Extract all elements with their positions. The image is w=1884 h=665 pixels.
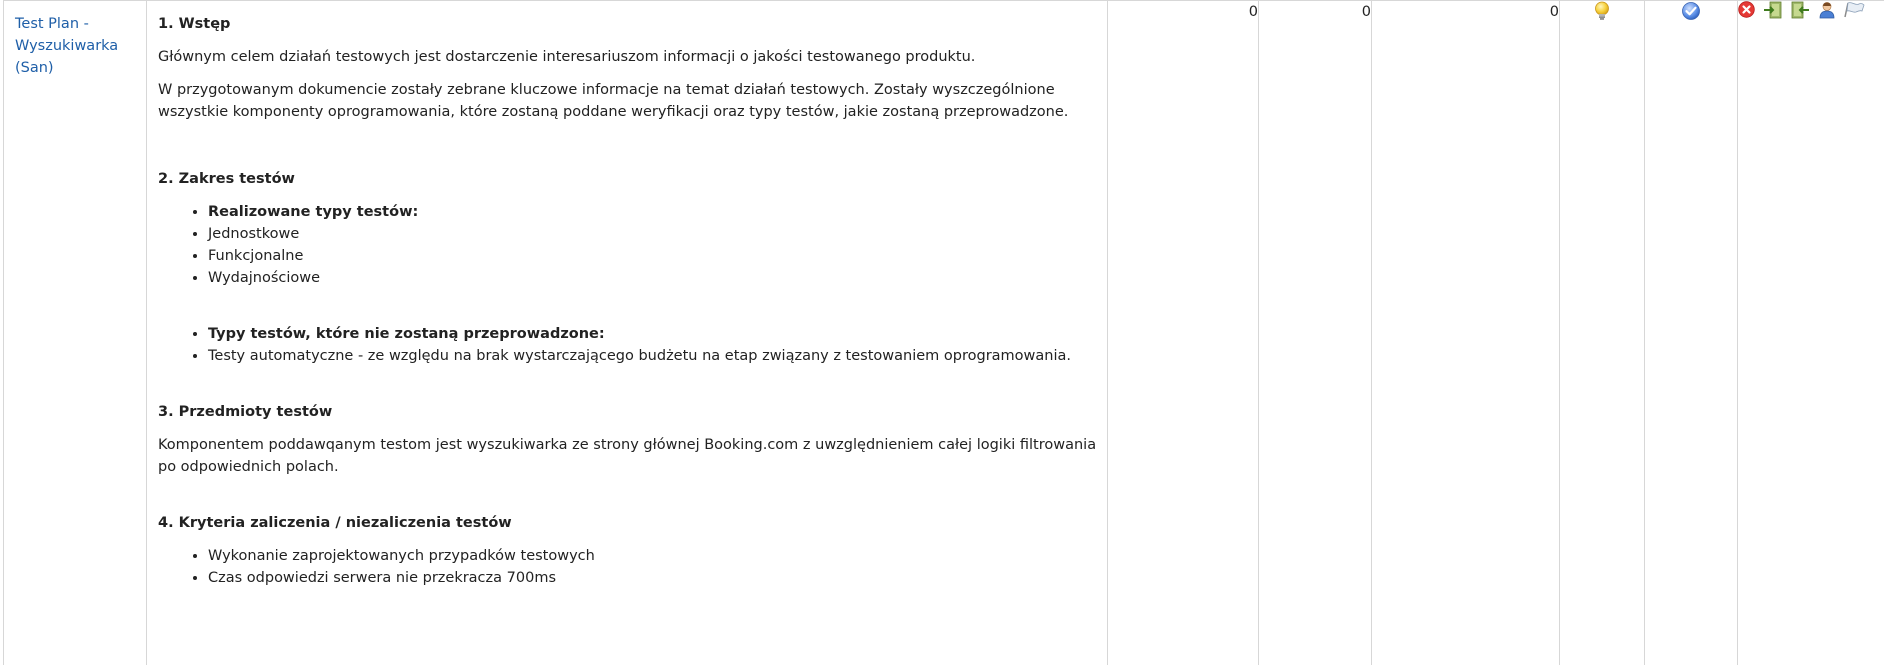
- list-item: Jednostkowe: [208, 223, 1097, 245]
- table-row: Test Plan - Wyszukiwarka (San) 1. Wstęp …: [3, 0, 1884, 665]
- import-icon[interactable]: [1790, 1, 1810, 19]
- intro-paragraph-1: Głównym celem działań testowych jest dos…: [158, 49, 976, 65]
- check-circle-icon[interactable]: [1681, 1, 1701, 21]
- delete-icon[interactable]: [1738, 1, 1755, 18]
- test-plan-table-area: Test Plan - Wyszukiwarka (San) 1. Wstęp …: [0, 0, 1884, 665]
- public-status-cell: [1644, 0, 1738, 665]
- intro-paragraph-2: W przygotowanym dokumencie zostały zebra…: [158, 82, 1069, 120]
- criteria-list: Wykonanie zaprojektowanych przypadków te…: [158, 545, 1097, 589]
- list-item: Wykonanie zaprojektowanych przypadków te…: [208, 545, 1097, 567]
- not-realized-test-types-list: Typy testów, które nie zostaną przeprowa…: [158, 323, 1097, 367]
- count-cell-3: 0: [1371, 0, 1560, 665]
- count-cell-2: 0: [1258, 0, 1372, 665]
- section-heading-criteria: 4. Kryteria zaliczenia / niezaliczenia t…: [158, 515, 512, 531]
- plan-name-cell: Test Plan - Wyszukiwarka (San): [3, 0, 147, 665]
- export-icon[interactable]: [1763, 1, 1783, 19]
- section-heading-scope: 2. Zakres testów: [158, 171, 295, 187]
- plan-name-link[interactable]: Test Plan - Wyszukiwarka (San): [15, 13, 146, 79]
- assign-user-icon[interactable]: [1818, 1, 1836, 19]
- test-items-paragraph: Komponentem poddawqanym testom jest wysz…: [158, 437, 1097, 475]
- list-item: Funkcjonalne: [208, 245, 1097, 267]
- plan-description-cell: 1. Wstęp Głównym celem działań testowych…: [146, 0, 1108, 665]
- plan-description: 1. Wstęp Głównym celem działań testowych…: [147, 1, 1107, 589]
- not-realized-test-types-label: Typy testów, które nie zostaną przeprowa…: [208, 323, 1097, 345]
- test-plan-table: Test Plan - Wyszukiwarka (San) 1. Wstęp …: [3, 0, 1884, 665]
- lightbulb-icon[interactable]: [1593, 1, 1611, 21]
- actions-cell: [1737, 0, 1884, 665]
- count-cell-1: 0: [1107, 0, 1259, 665]
- section-heading-test-items: 3. Przedmioty testów: [158, 404, 333, 420]
- list-item: Czas odpowiedzi serwera nie przekracza 7…: [208, 567, 1097, 589]
- list-item: Testy automatyczne - ze względu na brak …: [208, 345, 1097, 367]
- execute-icon[interactable]: [1843, 1, 1865, 19]
- realized-test-types-label: Realizowane typy testów:: [208, 201, 1097, 223]
- section-heading-intro: 1. Wstęp: [158, 16, 231, 32]
- active-status-cell: [1559, 0, 1645, 665]
- realized-test-types-list: Realizowane typy testów: Jednostkowe Fun…: [158, 201, 1097, 289]
- list-item: Wydajnościowe: [208, 267, 1097, 289]
